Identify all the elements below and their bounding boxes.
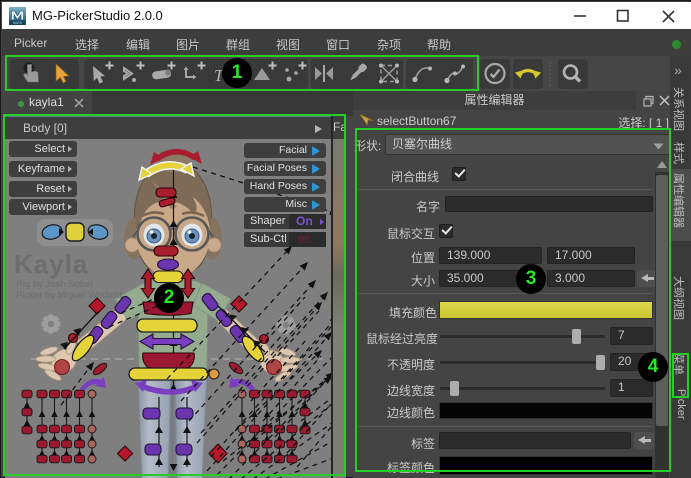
svg-text:MAYA: MAYA	[13, 21, 23, 25]
